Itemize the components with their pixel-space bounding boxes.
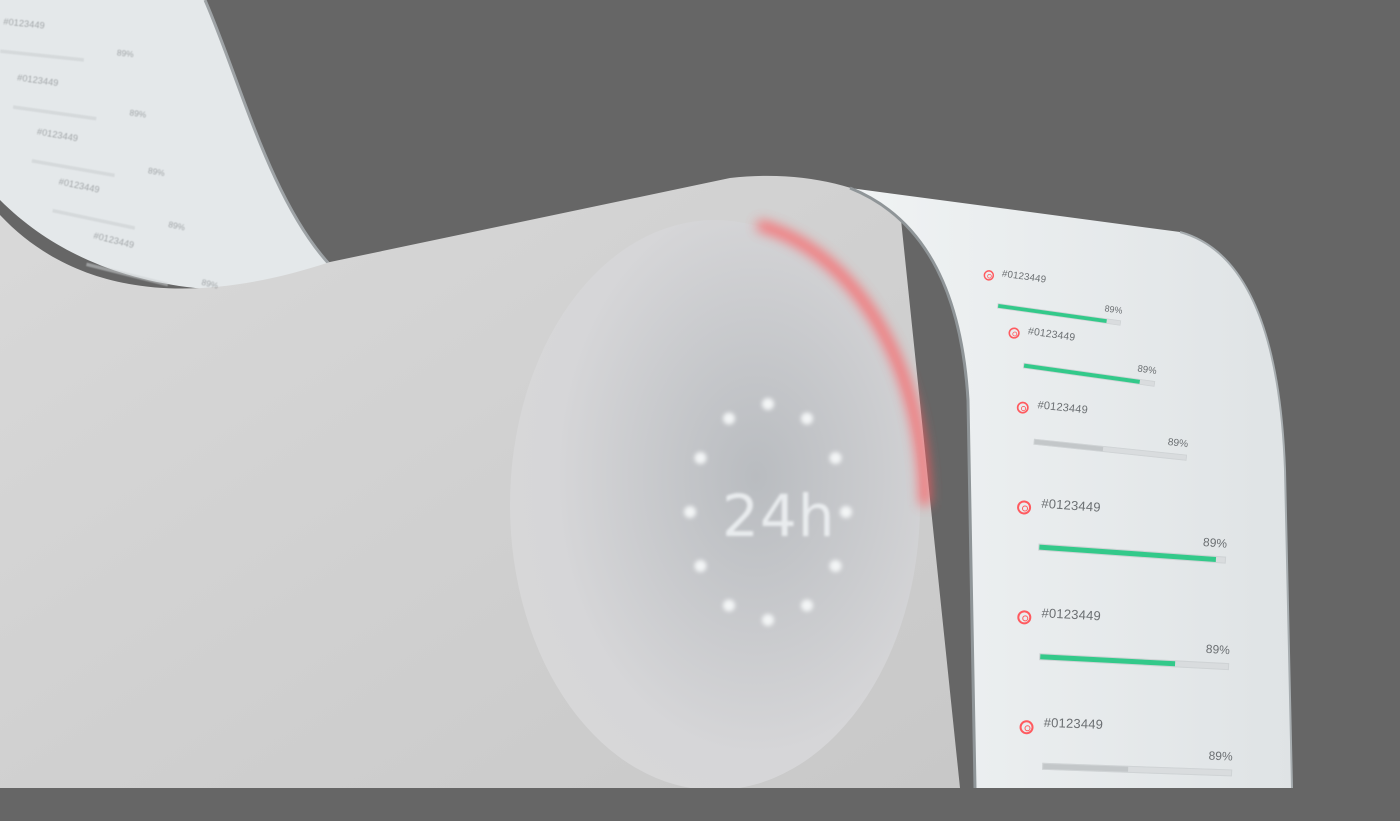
item-percent: 89% [1202, 535, 1228, 551]
dial-dot [723, 599, 735, 612]
dial-dot [762, 614, 774, 626]
target-icon [1019, 719, 1034, 735]
item-percent: 89% [1167, 435, 1189, 450]
item-percent: 89% [1103, 303, 1124, 317]
progress-track [86, 262, 169, 287]
progress-track [52, 208, 136, 230]
progress-fill [1039, 544, 1216, 562]
progress-track [1033, 438, 1188, 461]
dial-dot [801, 412, 813, 425]
progress-fill [1040, 654, 1176, 667]
progress-track [0, 49, 85, 62]
progress-track [1039, 653, 1230, 671]
progress-fill [1023, 363, 1140, 384]
list-item[interactable]: #0123449 89% [1013, 604, 1232, 715]
dial-label: 24h [722, 482, 836, 550]
progress-fill [997, 304, 1107, 323]
item-id: #0123449 [1041, 605, 1102, 624]
dial-dot [829, 560, 842, 572]
progress-track [12, 105, 97, 121]
target-icon [1016, 609, 1032, 625]
item-percent: 89% [1208, 748, 1233, 764]
progress-track [1038, 543, 1227, 564]
progress-track [1042, 762, 1233, 777]
progress-fill [1043, 763, 1128, 772]
dial-dot [829, 452, 842, 464]
target-icon [982, 269, 995, 282]
dial-dot [762, 398, 774, 410]
progress-track [1022, 362, 1156, 387]
item-id: #0123449 [1043, 714, 1104, 732]
dial-dot [840, 506, 852, 518]
dial-face [510, 220, 920, 788]
list-item[interactable]: #0123449 89% [1009, 396, 1191, 499]
list-item[interactable]: #0123449 89% [1011, 494, 1229, 609]
target-icon [1016, 401, 1030, 415]
item-percent: 89% [1205, 641, 1231, 658]
dial-dot [694, 560, 707, 572]
progress-fill [1034, 439, 1103, 452]
progress-track [31, 159, 115, 178]
item-percent: 89% [116, 47, 135, 60]
dial-dot [801, 599, 813, 612]
dial-dot [723, 412, 735, 425]
target-icon [1007, 326, 1021, 340]
dial-dot [684, 506, 696, 518]
dial-dot [694, 452, 707, 464]
list-item[interactable]: #0123449 89% [1017, 714, 1234, 821]
item-percent: 89% [1136, 362, 1158, 377]
item-id: #0123449 [1040, 495, 1102, 515]
target-icon [1016, 499, 1032, 515]
